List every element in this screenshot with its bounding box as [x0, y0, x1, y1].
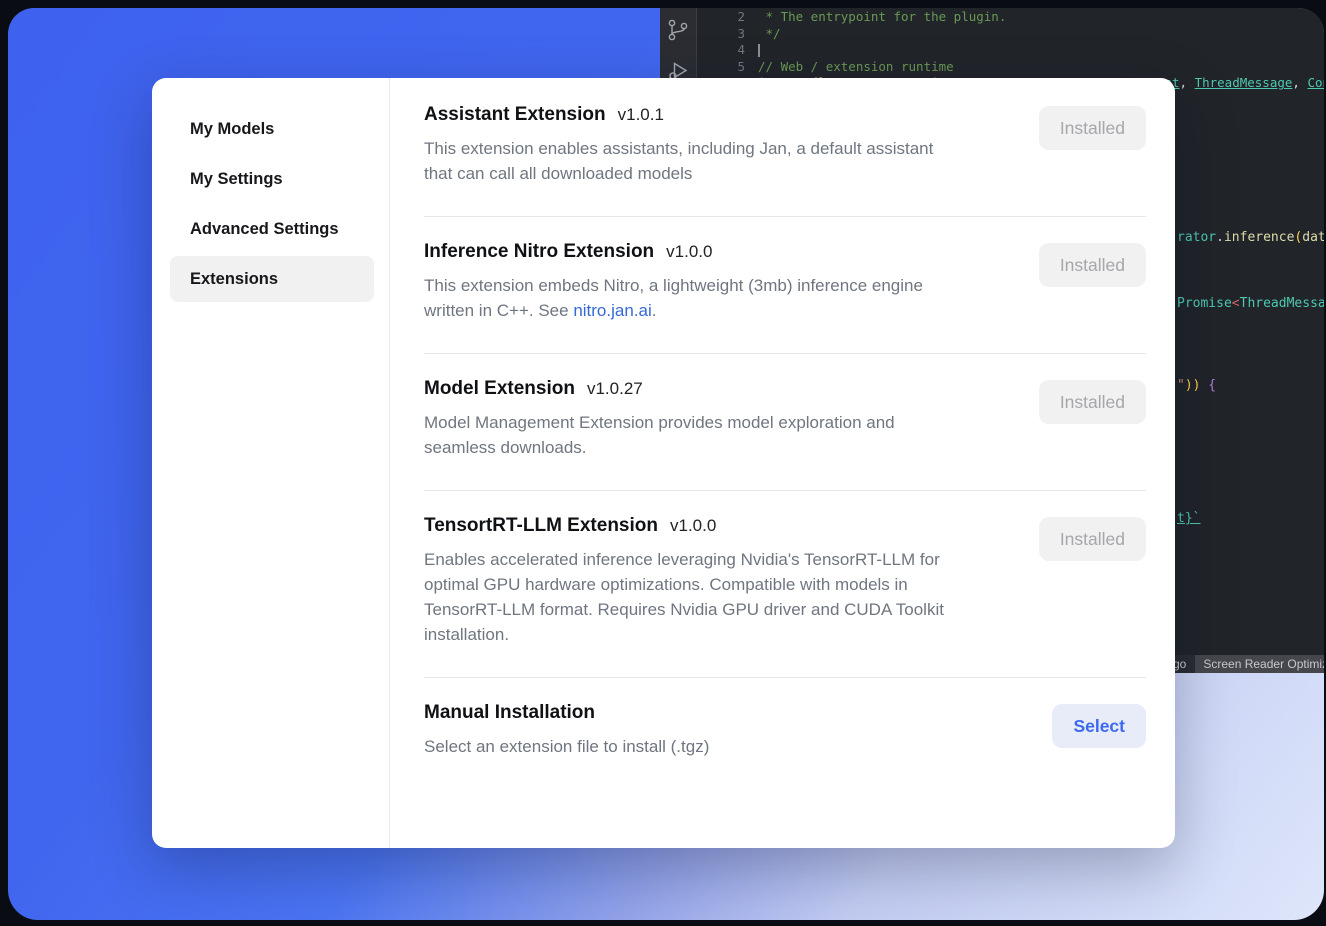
extension-entry-text: Inference Nitro Extension v1.0.0 This exte… — [424, 241, 923, 323]
line-number: 4 — [698, 42, 745, 59]
line-number: 5 — [698, 59, 745, 76]
extension-entry-tensortrt-llm-extension: TensortRT-LLM Extension v1.0.0 Enables acc… — [424, 491, 1146, 678]
extension-version: v1.0.0 — [670, 516, 716, 536]
line-content: // Web / extension runtime — [758, 59, 954, 76]
line-content — [758, 42, 760, 59]
extension-title-row: Model Extension v1.0.27 — [424, 378, 895, 400]
extension-entry-inference-nitro-extension: Inference Nitro Extension v1.0.0 This exte… — [424, 217, 1146, 354]
code-fragment: ")) { — [1177, 377, 1216, 394]
sidebar-item-advanced-settings[interactable]: Advanced Settings — [170, 206, 374, 252]
code-fragment: Promise<ThreadMessage> — [1177, 295, 1324, 312]
extension-title: Assistant Extension — [424, 104, 606, 126]
extension-title: Model Extension — [424, 378, 575, 400]
extension-version: v1.0.0 — [666, 242, 712, 262]
line-content: * The entrypoint for the plugin. — [758, 9, 1006, 26]
nitro-jan-ai-link[interactable]: nitro.jan.ai — [573, 301, 651, 320]
code-line: 4 — [698, 42, 1324, 59]
settings-sidebar: My ModelsMy SettingsAdvanced SettingsExt… — [152, 78, 390, 848]
code-token — [758, 44, 760, 57]
code-line: 5 // Web / extension runtime — [698, 59, 1324, 76]
extension-version: v1.0.1 — [618, 105, 664, 125]
page-background: 2 * The entrypoint for the plugin.3 */45… — [0, 0, 1326, 926]
sidebar-item-my-settings[interactable]: My Settings — [170, 156, 374, 202]
extension-title-row: Assistant Extension v1.0.1 — [424, 104, 933, 126]
description-text: . — [652, 301, 657, 320]
line-content: */ — [758, 26, 781, 43]
description-text: This extension embeds Nitro, a lightweig… — [424, 276, 923, 320]
code-token: ThreadMessage — [1195, 75, 1293, 90]
line-number: 2 — [698, 9, 745, 26]
code-token: < — [1232, 296, 1240, 311]
extension-title: Manual Installation — [424, 702, 595, 724]
settings-modal: My ModelsMy SettingsAdvanced SettingsExt… — [152, 78, 1175, 848]
code-token: inference — [1224, 230, 1294, 245]
description-text: Select an extension file to install (.tg… — [424, 737, 709, 756]
code-token: , — [1292, 75, 1307, 90]
description-text: Enables accelerated inference leveraging… — [424, 550, 944, 644]
code-token: rator — [1177, 230, 1216, 245]
installed-button[interactable]: Installed — [1039, 380, 1146, 424]
code-token: " — [1177, 378, 1185, 393]
code-token: * The entrypoint for the plugin. — [758, 9, 1006, 24]
extension-entry-text: Model Extension v1.0.27 Model Management E… — [424, 378, 895, 460]
code-token: , — [1180, 75, 1195, 90]
sidebar-item-extensions[interactable]: Extensions — [170, 256, 374, 302]
installed-button[interactable]: Installed — [1039, 243, 1146, 287]
extension-description: This extension enables assistants, inclu… — [424, 136, 933, 186]
code-fragment: t}` — [1177, 510, 1200, 527]
extension-entry-manual-installation: Manual Installation Select an extension f… — [424, 678, 1146, 789]
code-token: ContentType — [1307, 75, 1324, 90]
extension-entry-text: Manual Installation Select an extension f… — [424, 702, 709, 759]
code-token: data — [1302, 230, 1324, 245]
description-text: Model Management Extension provides mode… — [424, 413, 895, 457]
extension-title: Inference Nitro Extension — [424, 241, 654, 263]
extension-entry-text: TensortRT-LLM Extension v1.0.0 Enables acc… — [424, 515, 944, 647]
select-button[interactable]: Select — [1052, 704, 1146, 748]
code-token: Promise — [1177, 296, 1232, 311]
extension-description: Enables accelerated inference leveraging… — [424, 547, 944, 647]
extension-entry-assistant-extension: Assistant Extension v1.0.1 This extension … — [424, 104, 1146, 217]
extension-entry-model-extension: Model Extension v1.0.27 Model Management E… — [424, 354, 1146, 491]
code-token: { — [1200, 378, 1216, 393]
code-token: . — [1216, 230, 1224, 245]
source-control-icon[interactable] — [665, 17, 691, 43]
code-token: // Web / extension runtime — [758, 59, 954, 74]
extension-title: TensortRT-LLM Extension — [424, 515, 658, 537]
description-text: This extension enables assistants, inclu… — [424, 139, 933, 183]
extension-description: Select an extension file to install (.tg… — [424, 734, 709, 759]
hero-gradient-card: 2 * The entrypoint for the plugin.3 */45… — [8, 8, 1324, 920]
extension-description: This extension embeds Nitro, a lightweig… — [424, 273, 923, 323]
code-line: 3 */ — [698, 26, 1324, 43]
code-token: ThreadMessage — [1240, 296, 1324, 311]
code-token: )) — [1185, 378, 1201, 393]
extension-title-row: TensortRT-LLM Extension v1.0.0 — [424, 515, 944, 537]
extension-title-row: Manual Installation — [424, 702, 709, 724]
code-token: */ — [758, 26, 781, 41]
screen-reader-optimized-status[interactable]: Screen Reader Optimiz — [1195, 655, 1324, 673]
line-number: 3 — [698, 26, 745, 43]
extension-version: v1.0.27 — [587, 379, 643, 399]
extensions-list: Assistant Extension v1.0.1 This extension … — [390, 78, 1175, 848]
extension-entry-text: Assistant Extension v1.0.1 This extension … — [424, 104, 933, 186]
code-line: 2 * The entrypoint for the plugin. — [698, 9, 1324, 26]
code-token: t}` — [1177, 511, 1200, 526]
status-bar-text: go — [1173, 657, 1186, 671]
extension-description: Model Management Extension provides mode… — [424, 410, 895, 460]
installed-button[interactable]: Installed — [1039, 106, 1146, 150]
sidebar-item-my-models[interactable]: My Models — [170, 106, 374, 152]
extension-title-row: Inference Nitro Extension v1.0.0 — [424, 241, 923, 263]
installed-button[interactable]: Installed — [1039, 517, 1146, 561]
code-fragment: rator.inference(data)); — [1177, 229, 1324, 246]
